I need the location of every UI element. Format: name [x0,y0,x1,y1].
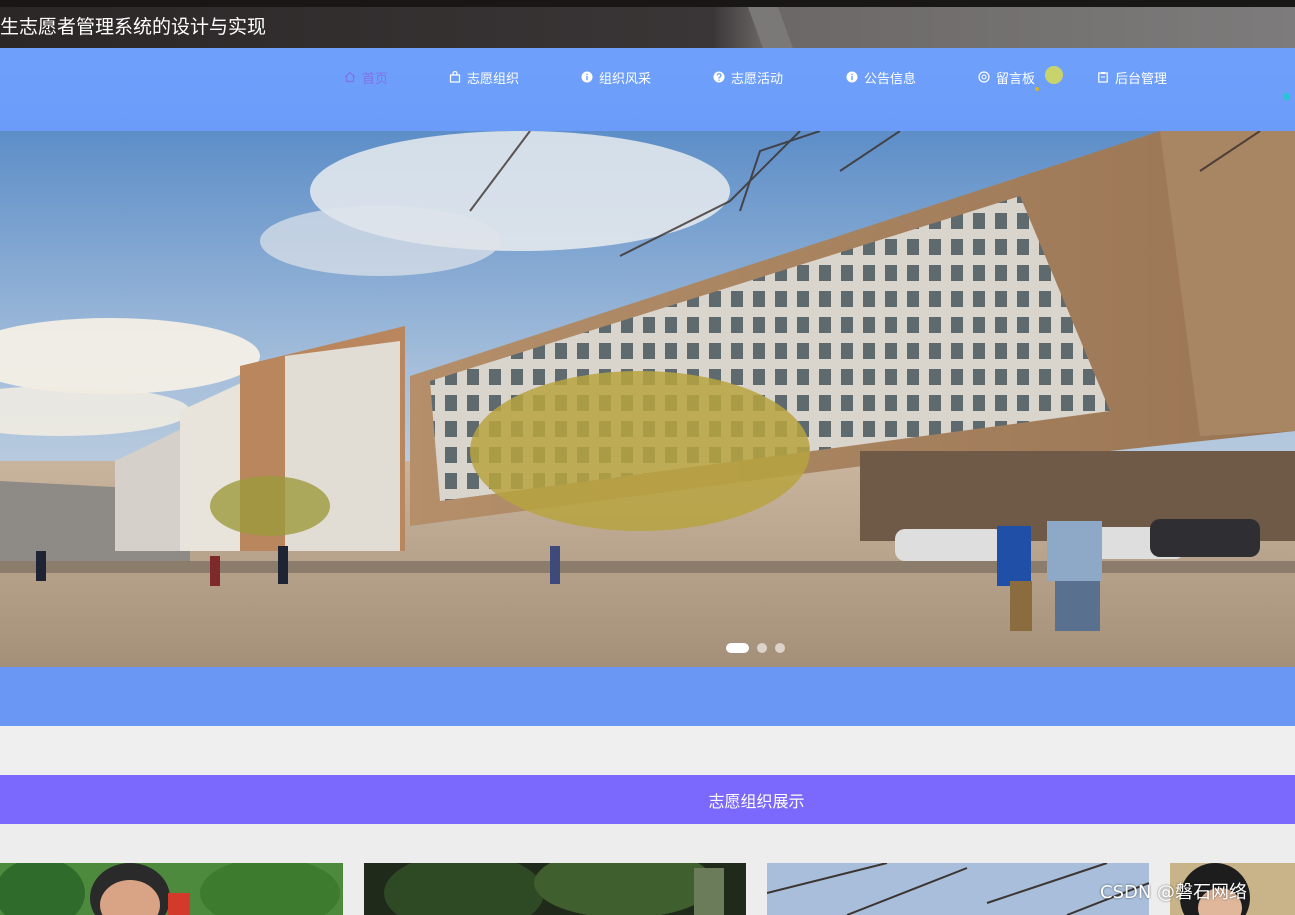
main-nav: 首页 志愿组织 组织风采 志愿活动 公告信息 留言板 后台管理 [0,48,1295,131]
nav-item-announcements[interactable]: 公告信息 [846,67,916,87]
chat-icon [978,71,990,83]
nav-label: 志愿活动 [731,71,784,87]
carousel-dot-active[interactable] [726,643,749,653]
section-header-volunteer-orgs: 志愿组织展示 [0,775,1295,824]
org-card-image [0,863,343,915]
banner-carousel[interactable] [0,131,1295,667]
nav-item-admin[interactable]: 后台管理 [1097,67,1167,87]
carousel-dot[interactable] [775,643,785,653]
nav-item-home[interactable]: 首页 [344,67,388,87]
nav-item-volunteer-activity[interactable]: 志愿活动 [713,67,783,87]
nav-label: 留言板 [996,71,1036,87]
nav-label: 后台管理 [1115,71,1168,87]
nav-item-message-board[interactable]: 留言板 [978,67,1035,87]
nav-item-volunteer-org[interactable]: 志愿组织 [449,67,519,87]
nav-item-org-style[interactable]: 组织风采 [581,67,651,87]
info-icon [581,71,593,83]
clipboard-icon [1097,71,1109,83]
site-header: 生志愿者管理系统的设计与实现 [0,7,1295,48]
chat-badge-icon [1045,66,1063,84]
window-top-strip [0,0,1295,7]
watermark-text: CSDN @磐石网络 [1100,882,1248,903]
nav-label: 公告信息 [864,71,917,87]
nav-label: 组织风采 [599,71,652,87]
decor-dot [1283,93,1290,100]
org-card[interactable] [767,863,1149,915]
bag-icon [449,71,461,83]
org-card[interactable] [0,863,343,915]
section-spacer [0,726,1295,775]
header-divider [748,7,793,48]
info-icon [846,71,858,83]
org-card-image [364,863,746,915]
nav-label: 首页 [362,71,389,87]
banner-footer-band [0,667,1295,726]
decor-dot [1035,87,1039,91]
nav-label: 志愿组织 [467,71,520,87]
home-icon [344,71,356,83]
campus-building-photo [0,131,1295,667]
carousel-dot[interactable] [757,643,767,653]
site-title: 生志愿者管理系统的设计与实现 [0,16,267,38]
org-card[interactable] [364,863,746,915]
org-card-image [767,863,1149,915]
carousel-indicators [726,643,785,653]
section-title: 志愿组织展示 [708,791,805,811]
question-icon [713,71,725,83]
